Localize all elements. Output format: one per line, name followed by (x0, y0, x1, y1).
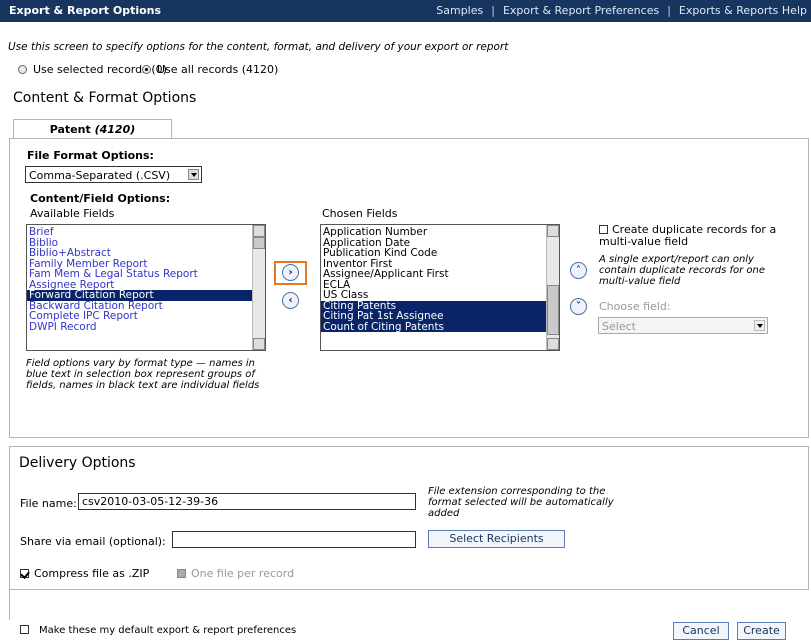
delivery-options-heading: Delivery Options (19, 455, 136, 471)
page-title: Export & Report Options (9, 4, 162, 17)
chevron-up-icon: ˄ (576, 265, 581, 276)
chevron-down-icon[interactable] (754, 320, 765, 331)
scroll-thumb[interactable] (253, 237, 265, 249)
chevron-right-icon: › (288, 267, 293, 278)
file-format-value: Comma-Separated (.CSV) (29, 169, 171, 182)
add-field-button[interactable]: › (282, 264, 299, 281)
one-file-per-record-option[interactable]: One file per record (177, 567, 294, 580)
duplicate-records-note: A single export/report can only contain … (599, 254, 766, 287)
compress-zip-checkbox[interactable] (20, 569, 29, 578)
scroll-up-icon[interactable] (547, 225, 559, 237)
available-field-item[interactable]: Fam Mem & Legal Status Report (27, 269, 253, 280)
default-preferences-option[interactable]: Make these my default export & report pr… (20, 625, 296, 636)
chosen-fields-scrollbar[interactable] (546, 225, 559, 350)
available-fields-scrollbar[interactable] (252, 225, 265, 350)
use-all-records-option[interactable]: Use all records (4120) (142, 63, 278, 76)
available-field-item[interactable]: Brief (27, 227, 253, 238)
share-email-input[interactable] (172, 531, 416, 548)
one-file-per-record-checkbox[interactable] (177, 569, 186, 578)
field-options-note: Field options vary by format type — name… (26, 358, 260, 391)
header-bar: Export & Report Options Samples | Export &… (0, 0, 811, 22)
chosen-field-item[interactable]: Count of Citing Patents (321, 321, 547, 332)
scroll-thumb[interactable] (547, 285, 559, 335)
link-separator: | (491, 4, 495, 17)
header-links: Samples | Export & Report Preferences | Expo… (436, 4, 807, 17)
intro-text: Use this screen to specify options for t… (8, 41, 509, 53)
chosen-field-item[interactable]: US Class (321, 290, 547, 301)
compress-zip-label: Compress file as .ZIP (34, 567, 150, 580)
file-format-label: File Format Options: (27, 149, 154, 162)
one-file-per-record-label: One file per record (191, 567, 295, 580)
create-button[interactable]: Create (737, 622, 786, 640)
scroll-down-icon[interactable] (547, 338, 559, 350)
duplicate-records-option[interactable]: Create duplicate records for a multi-val… (599, 224, 799, 248)
content-format-heading: Content & Format Options (13, 90, 197, 106)
divider (9, 590, 10, 620)
available-fields-label: Available Fields (30, 207, 115, 220)
file-name-label: File name: (20, 497, 77, 510)
choose-field-label: Choose field: (599, 300, 671, 313)
chosen-field-item[interactable]: Application Number (321, 227, 547, 238)
select-recipients-button[interactable]: Select Recipients (428, 530, 565, 548)
chevron-down-icon[interactable] (188, 169, 199, 180)
chosen-field-item[interactable]: Publication Kind Code (321, 248, 547, 259)
duplicate-records-checkbox[interactable] (599, 225, 608, 234)
file-extension-note: File extension corresponding to the form… (428, 486, 614, 519)
available-field-item[interactable]: Complete IPC Report (27, 311, 253, 322)
share-email-label: Share via email (optional): (20, 535, 166, 548)
scroll-down-icon[interactable] (253, 338, 265, 350)
tab-patent-count: (4120) (94, 123, 136, 136)
available-field-item[interactable]: DWPI Record (27, 321, 253, 333)
file-format-select[interactable]: Comma-Separated (.CSV) (25, 166, 202, 183)
link-separator: | (667, 4, 671, 17)
samples-link[interactable]: Samples (436, 4, 483, 17)
use-all-records-label: Use all records (4120) (157, 63, 279, 76)
default-preferences-checkbox[interactable] (20, 625, 29, 634)
chosen-field-item[interactable]: Assignee/Applicant First (321, 269, 547, 280)
tab-patent[interactable]: Patent (4120) (13, 119, 172, 139)
use-selected-records-radio[interactable] (18, 65, 27, 74)
default-preferences-label: Make these my default export & report pr… (39, 625, 297, 636)
move-down-button[interactable]: ˅ (570, 298, 587, 315)
chevron-left-icon: ‹ (288, 295, 293, 306)
chosen-fields-label: Chosen Fields (322, 207, 398, 220)
choose-field-select[interactable]: Select (598, 317, 768, 334)
export-report-preferences-link[interactable]: Export & Report Preferences (503, 4, 659, 17)
move-up-button[interactable]: ˄ (570, 262, 587, 279)
available-field-item[interactable]: Biblio+Abstract (27, 248, 253, 259)
compress-zip-option[interactable]: Compress file as .ZIP (20, 567, 149, 580)
tab-patent-label: Patent (49, 123, 91, 136)
available-field-item[interactable]: Forward Citation Report (27, 290, 253, 301)
duplicate-records-label: Create duplicate records for a multi-val… (599, 223, 777, 248)
cancel-button[interactable]: Cancel (673, 622, 729, 640)
content-field-label: Content/Field Options: (30, 192, 171, 205)
scroll-up-icon[interactable] (253, 225, 265, 237)
file-name-input[interactable]: csv2010-03-05-12-39-36 (78, 493, 416, 510)
choose-field-value: Select (602, 320, 636, 333)
chosen-fields-list[interactable]: Application Number Application Date Public… (320, 224, 560, 351)
available-fields-list[interactable]: Brief Biblio Biblio+Abstract Family Member … (26, 224, 266, 351)
remove-field-button[interactable]: ‹ (282, 292, 299, 309)
chosen-field-item[interactable]: Citing Pat 1st Assignee (321, 311, 547, 322)
exports-reports-help-link[interactable]: Exports & Reports Help (679, 4, 807, 17)
use-all-records-radio[interactable] (142, 65, 151, 74)
chevron-down-icon: ˅ (576, 301, 581, 312)
